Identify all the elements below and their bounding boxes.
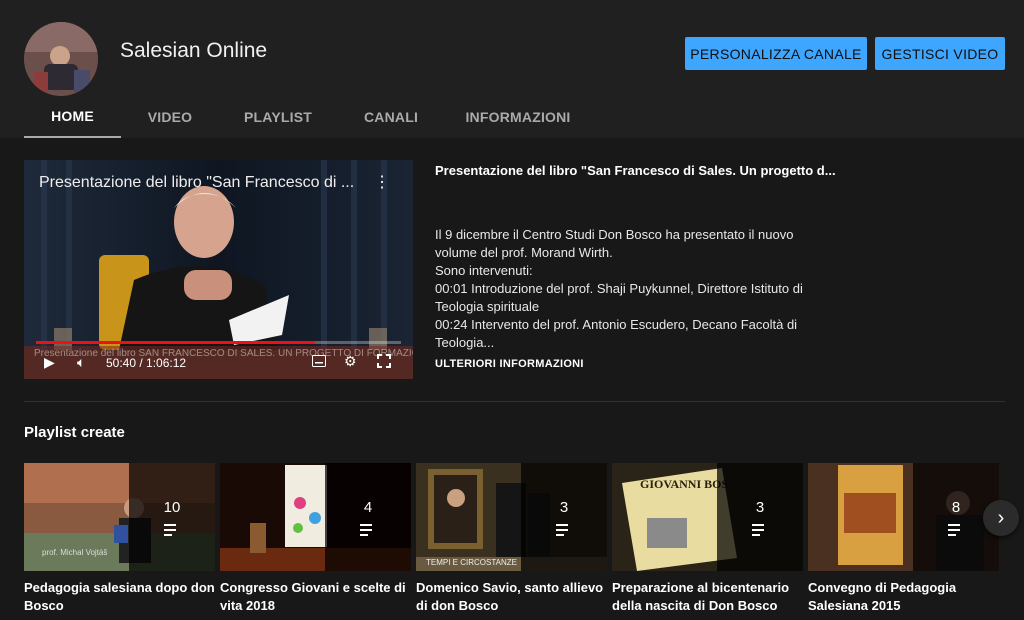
playlist-thumbnail[interactable]: TEMPI E CIRCOSTANZE 3: [416, 463, 607, 571]
playlist-video-count: 3: [559, 498, 569, 516]
playlist-title[interactable]: Preparazione al bicentenario della nasci…: [612, 579, 803, 615]
channel-avatar[interactable]: [24, 22, 98, 96]
playlist-thumbnail[interactable]: 4: [220, 463, 411, 571]
description-line: Il 9 dicembre il Centro Studi Don Bosco …: [435, 227, 794, 260]
playlist-overlay: 10: [129, 463, 215, 571]
playlist-queue-icon: [556, 523, 572, 536]
playlist-queue-icon: [948, 523, 964, 536]
playlist-thumbnail[interactable]: GIOVANNI BOSCO 3: [612, 463, 803, 571]
playlist-overlay: 3: [521, 463, 607, 571]
playlist-queue-icon: [164, 523, 180, 536]
playlist-title[interactable]: Pedagogia salesiana dopo don Bosco: [24, 579, 215, 615]
playlist-card[interactable]: 8 Convegno di Pedagogia Salesiana 2015: [808, 463, 999, 615]
featured-video-player[interactable]: Presentazione del libro "San Francesco d…: [24, 160, 413, 379]
section-divider: [24, 401, 1005, 402]
play-icon[interactable]: ▶: [44, 354, 55, 371]
featured-description: Presentazione del libro "San Francesco d…: [435, 160, 836, 370]
playlists-section-title: Playlist create: [24, 424, 125, 441]
playlist-thumbnail[interactable]: 8: [808, 463, 999, 571]
playlist-video-count: 10: [163, 498, 181, 516]
featured-video-title[interactable]: Presentazione del libro "San Francesco d…: [435, 163, 836, 178]
thumbnail-caption: prof. Michal Vojtáš: [42, 548, 108, 557]
featured-description-body: Il 9 dicembre il Centro Studi Don Bosco …: [435, 226, 810, 352]
playlist-title[interactable]: Convegno di Pedagogia Salesiana 2015: [808, 579, 999, 615]
player-controls: Presentazione del libro SAN FRANCESCO DI…: [24, 346, 413, 379]
volume-icon[interactable]: 🔈︎: [77, 354, 85, 371]
playlist-queue-icon: [360, 523, 376, 536]
playlist-queue-icon: [752, 523, 768, 536]
description-line: 00:24 Intervento del prof. Antonio Escud…: [435, 317, 798, 350]
playlist-card[interactable]: 4 Congresso Giovani e scelte di vita 201…: [220, 463, 411, 615]
fullscreen-icon[interactable]: [377, 354, 391, 371]
playlist-card[interactable]: prof. Michal Vojtáš 10 Pedagogia salesia…: [24, 463, 215, 615]
playlist-video-count: 4: [363, 498, 373, 516]
playlist-title[interactable]: Congresso Giovani e scelte di vita 2018: [220, 579, 411, 615]
tab-playlist[interactable]: PLAYLIST: [219, 96, 337, 138]
chevron-right-icon[interactable]: ›: [983, 500, 1019, 536]
thumbnail-caption: TEMPI E CIRCOSTANZE: [426, 558, 517, 567]
progress-fill: [36, 341, 316, 344]
playlist-video-count: 3: [755, 498, 765, 516]
tab-video[interactable]: VIDEO: [121, 96, 219, 138]
playlist-card[interactable]: GIOVANNI BOSCO 3 Preparazione al bicente…: [612, 463, 803, 615]
channel-name: Salesian Online: [120, 39, 268, 62]
captions-icon[interactable]: [312, 354, 326, 370]
time-display: 50:40 / 1:06:12: [106, 356, 187, 370]
settings-gear-icon[interactable]: ⚙: [344, 353, 357, 370]
tab-canali[interactable]: CANALI: [337, 96, 445, 138]
more-info-link[interactable]: ULTERIORI INFORMAZIONI: [435, 358, 810, 370]
playlist-overlay: 4: [325, 463, 411, 571]
playlist-card[interactable]: TEMPI E CIRCOSTANZE 3 Domenico Savio, sa…: [416, 463, 607, 615]
progress-bar[interactable]: [36, 341, 401, 344]
tab-home[interactable]: HOME: [24, 96, 121, 138]
more-vert-icon[interactable]: ⋮: [374, 172, 390, 192]
player-title: Presentazione del libro "San Francesco d…: [39, 174, 355, 191]
channel-tabs: HOME VIDEO PLAYLIST CANALI INFORMAZIONI: [24, 96, 591, 138]
playlist-thumbnail[interactable]: prof. Michal Vojtáš 10: [24, 463, 215, 571]
playlist-title[interactable]: Domenico Savio, santo allievo di don Bos…: [416, 579, 607, 615]
channel-header: Salesian Online PERSONALIZZA CANALE GEST…: [0, 6, 1024, 138]
manage-videos-button[interactable]: GESTISCI VIDEO: [875, 37, 1005, 70]
customize-channel-button[interactable]: PERSONALIZZA CANALE: [685, 37, 867, 70]
playlist-overlay: 3: [717, 463, 803, 571]
playlist-video-count: 8: [951, 498, 961, 516]
description-line: 00:01 Introduzione del prof. Shaji Puyku…: [435, 281, 803, 314]
description-line: Sono intervenuti:: [435, 263, 533, 278]
tab-informazioni[interactable]: INFORMAZIONI: [445, 96, 591, 138]
